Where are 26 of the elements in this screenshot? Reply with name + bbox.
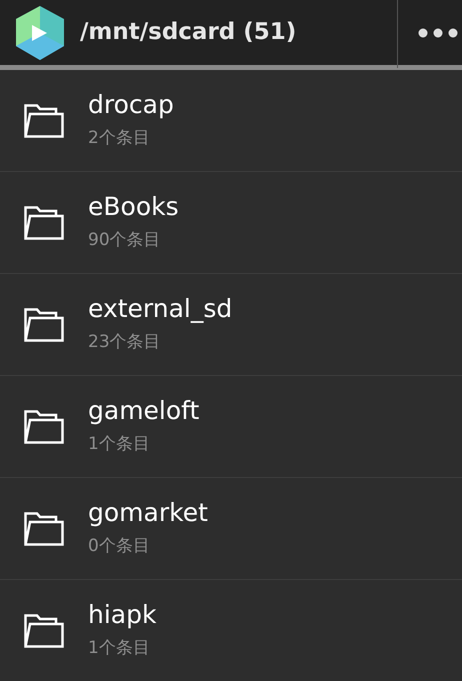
item-count: 1个条目: [88, 432, 151, 456]
folder-icon: [24, 614, 64, 648]
folder-name: external_sd: [88, 294, 232, 324]
folder-icon: [24, 104, 64, 138]
folder-name: gameloft: [88, 396, 200, 426]
item-count: 0个条目: [88, 534, 151, 558]
folder-name: hiapk: [88, 600, 156, 630]
window-title: /mnt/sdcard (51): [80, 18, 298, 48]
item-count: 2个条目: [88, 126, 151, 150]
folder-icon: [24, 512, 64, 546]
folder-icon: [24, 410, 64, 444]
folder-name: drocap: [88, 90, 174, 120]
folder-row[interactable]: gomarket 0个条目: [0, 478, 462, 580]
folder-row[interactable]: eBooks 90个条目: [0, 172, 462, 274]
item-count: 23个条目: [88, 330, 162, 354]
item-count: 90个条目: [88, 228, 162, 252]
folder-icon: [24, 308, 64, 342]
folder-name: gomarket: [88, 498, 208, 528]
folder-row[interactable]: drocap 2个条目: [0, 70, 462, 172]
app-logo: [16, 6, 64, 60]
item-count: 1个条目: [88, 636, 151, 660]
folder-icon: [24, 206, 64, 240]
folder-row[interactable]: external_sd 23个条目: [0, 274, 462, 376]
folder-name: eBooks: [88, 192, 179, 222]
folder-row[interactable]: gameloft 1个条目: [0, 376, 462, 478]
folder-row[interactable]: hiapk 1个条目: [0, 580, 462, 681]
